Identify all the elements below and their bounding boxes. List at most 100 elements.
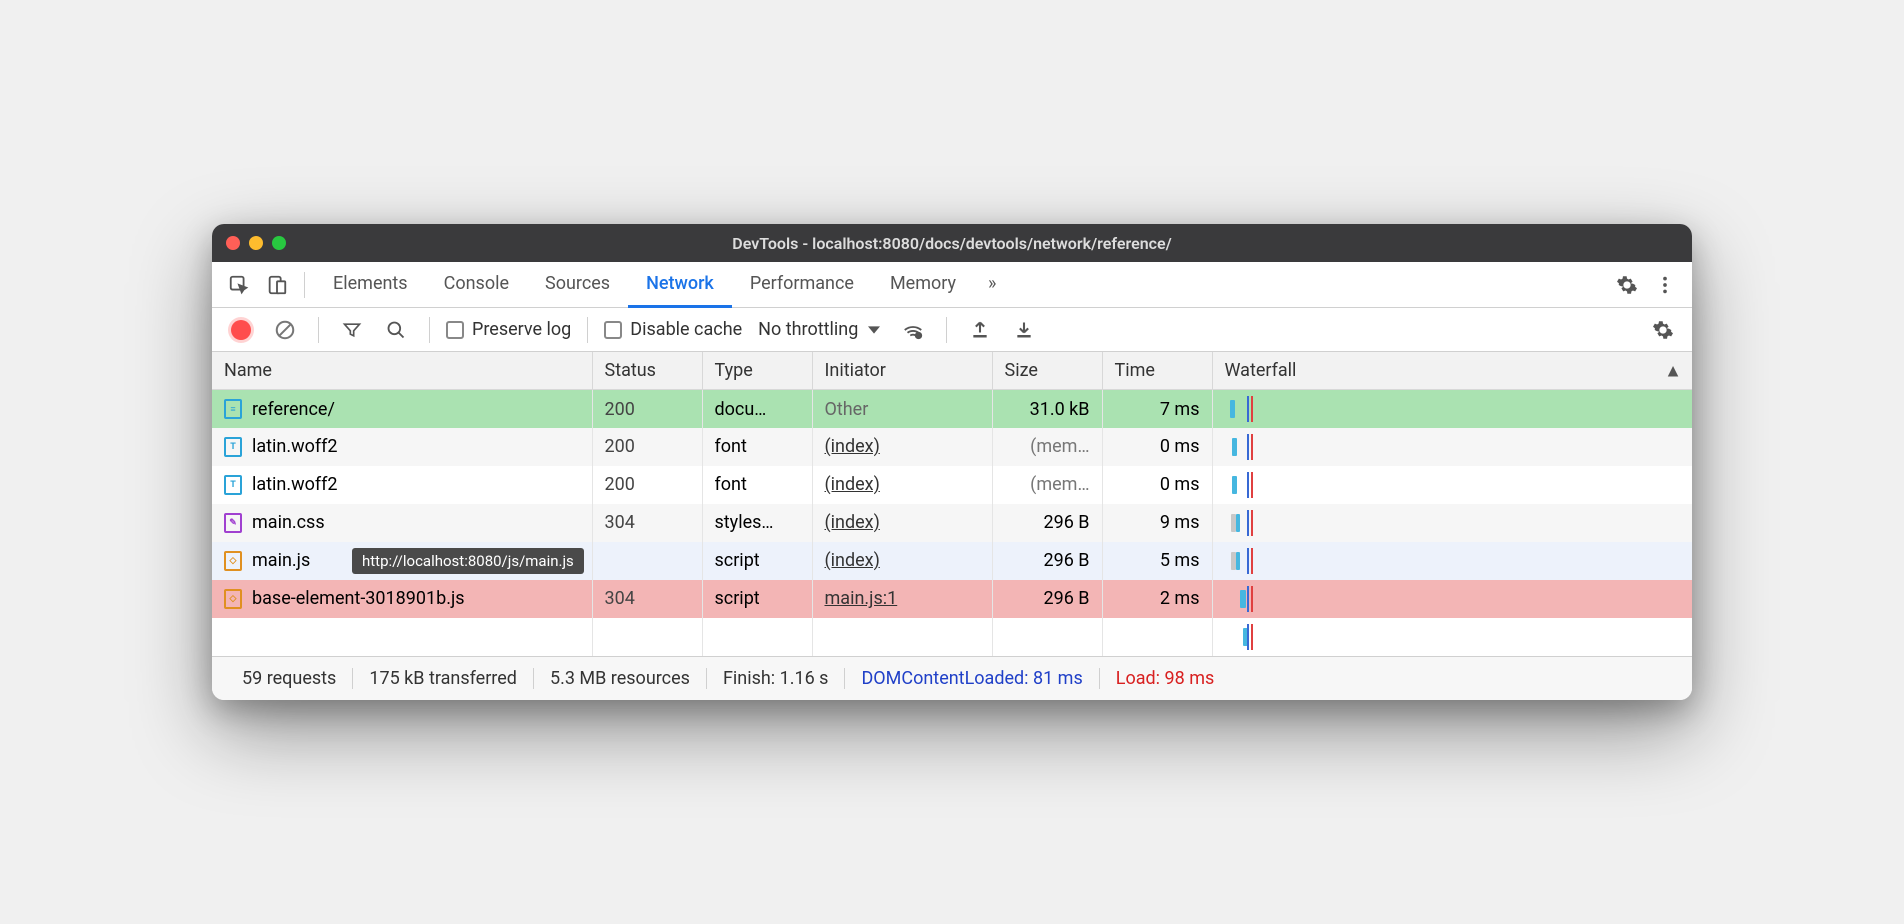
record-button[interactable] <box>224 313 258 347</box>
inspect-element-icon[interactable] <box>222 268 256 302</box>
load-marker-line <box>1251 472 1253 498</box>
request-initiator[interactable]: main.js:1 <box>825 588 898 609</box>
tab-performance[interactable]: Performance <box>732 262 872 308</box>
request-type: font <box>702 428 812 466</box>
column-header-status[interactable]: Status <box>592 352 702 390</box>
waterfall-cell <box>1225 396 1681 422</box>
main-tabs-bar: ElementsConsoleSourcesNetworkPerformance… <box>212 262 1692 308</box>
request-time: 2 ms <box>1102 580 1212 618</box>
request-name: base-element-3018901b.js <box>252 588 465 609</box>
close-window-button[interactable] <box>226 236 240 250</box>
import-har-icon[interactable] <box>963 313 997 347</box>
css-file-icon: ✎ <box>224 513 242 533</box>
request-type: script <box>702 542 812 580</box>
disable-cache-checkbox[interactable]: Disable cache <box>604 319 742 340</box>
url-tooltip: http://localhost:8080/js/main.js <box>352 548 584 574</box>
devtools-window: DevTools - localhost:8080/docs/devtools/… <box>212 224 1692 700</box>
request-size: 31.0 kB <box>992 390 1102 428</box>
column-header-size[interactable]: Size <box>992 352 1102 390</box>
dcl-marker-line <box>1247 586 1249 612</box>
load-marker-line <box>1251 624 1253 650</box>
waterfall-bar <box>1236 552 1240 570</box>
tab-console[interactable]: Console <box>426 262 527 308</box>
tab-network[interactable]: Network <box>628 262 732 308</box>
search-icon[interactable] <box>379 313 413 347</box>
waterfall-cell <box>1225 434 1681 460</box>
table-row[interactable]: ◇main.jshttp://localhost:8080/js/main.js… <box>212 542 1692 580</box>
waterfall-cell <box>1225 548 1681 574</box>
clear-button[interactable] <box>268 313 302 347</box>
request-type: docu… <box>702 390 812 428</box>
request-time: 0 ms <box>1102 428 1212 466</box>
table-row[interactable]: Tlatin.woff2 200 font (index) (mem… 0 ms <box>212 428 1692 466</box>
request-status: 200 <box>592 466 702 504</box>
divider <box>946 317 947 343</box>
sort-ascending-icon: ▲ <box>1664 360 1682 381</box>
waterfall-bar <box>1230 400 1235 418</box>
titlebar: DevTools - localhost:8080/docs/devtools/… <box>212 224 1692 262</box>
waterfall-bar <box>1232 438 1237 456</box>
filter-icon[interactable] <box>335 313 369 347</box>
waterfall-cell <box>1225 510 1681 536</box>
font-file-icon: T <box>224 475 242 495</box>
column-header-initiator[interactable]: Initiator <box>812 352 992 390</box>
request-name: latin.woff2 <box>252 474 338 495</box>
network-summary-bar: 59 requests 175 kB transferred 5.3 MB re… <box>212 656 1692 700</box>
waterfall-bar <box>1240 590 1246 608</box>
request-name: latin.woff2 <box>252 436 338 457</box>
throttling-select[interactable]: No throttling <box>752 319 886 340</box>
minimize-window-button[interactable] <box>249 236 263 250</box>
table-header-row: Name Status Type Initiator Size Time Wat… <box>212 352 1692 390</box>
load-marker-line <box>1251 510 1253 536</box>
tab-sources[interactable]: Sources <box>527 262 628 308</box>
load-marker-line <box>1251 434 1253 460</box>
request-status: 200 <box>592 428 702 466</box>
summary-resources: 5.3 MB resources <box>534 668 707 689</box>
doc-file-icon: ≡ <box>224 399 242 419</box>
summary-finish: Finish: 1.16 s <box>707 668 846 689</box>
column-header-type[interactable]: Type <box>702 352 812 390</box>
request-name: main.css <box>252 512 325 533</box>
request-size: (mem… <box>992 466 1102 504</box>
request-initiator: Other <box>825 399 869 420</box>
divider <box>587 317 588 343</box>
js-file-icon: ◇ <box>224 589 242 609</box>
maximize-window-button[interactable] <box>272 236 286 250</box>
column-header-time[interactable]: Time <box>1102 352 1212 390</box>
request-initiator[interactable]: (index) <box>825 474 880 495</box>
dcl-marker-line <box>1247 434 1249 460</box>
column-header-name[interactable]: Name <box>212 352 592 390</box>
request-initiator[interactable]: (index) <box>825 550 880 571</box>
table-row-empty <box>212 618 1692 656</box>
dcl-marker-line <box>1247 624 1249 650</box>
table-row[interactable]: ✎main.css 304 styles… (index) 296 B 9 ms <box>212 504 1692 542</box>
column-header-waterfall[interactable]: Waterfall ▲ <box>1212 352 1692 390</box>
load-marker-line <box>1251 396 1253 422</box>
divider <box>318 317 319 343</box>
request-initiator[interactable]: (index) <box>825 436 880 457</box>
request-status <box>592 542 702 580</box>
export-har-icon[interactable] <box>1007 313 1041 347</box>
table-row[interactable]: ◇base-element-3018901b.js 304 script mai… <box>212 580 1692 618</box>
settings-icon[interactable] <box>1610 268 1644 302</box>
request-status: 200 <box>592 390 702 428</box>
table-row[interactable]: ≡reference/ 200 docu… Other 31.0 kB 7 ms <box>212 390 1692 428</box>
summary-transferred: 175 kB transferred <box>353 668 534 689</box>
request-type: script <box>702 580 812 618</box>
tabs-overflow-button[interactable]: » <box>978 262 1006 308</box>
request-initiator[interactable]: (index) <box>825 512 880 533</box>
load-marker-line <box>1251 586 1253 612</box>
request-size: (mem… <box>992 428 1102 466</box>
preserve-log-checkbox[interactable]: Preserve log <box>446 319 571 340</box>
network-settings-icon[interactable] <box>1646 313 1680 347</box>
summary-requests: 59 requests <box>226 668 353 689</box>
table-row[interactable]: Tlatin.woff2 200 font (index) (mem… 0 ms <box>212 466 1692 504</box>
request-name: reference/ <box>252 399 335 420</box>
tab-elements[interactable]: Elements <box>315 262 426 308</box>
device-toolbar-icon[interactable] <box>260 268 294 302</box>
request-size: 296 B <box>992 580 1102 618</box>
network-conditions-icon[interactable] <box>896 313 930 347</box>
more-menu-icon[interactable] <box>1648 268 1682 302</box>
tab-memory[interactable]: Memory <box>872 262 974 308</box>
waterfall-cell <box>1225 586 1681 612</box>
